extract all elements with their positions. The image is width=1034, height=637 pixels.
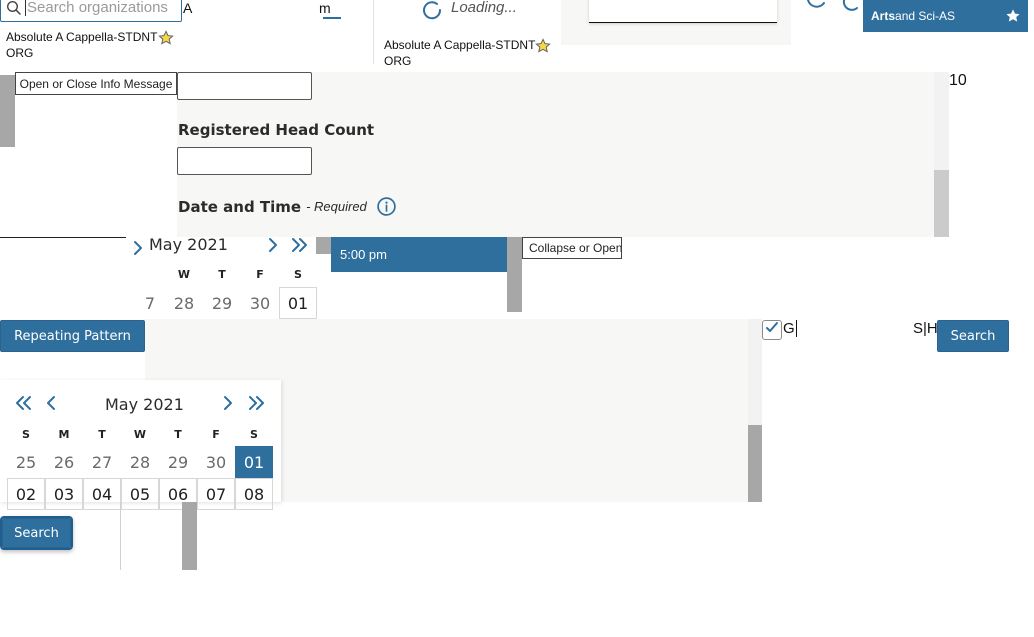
info-icon[interactable]	[376, 196, 397, 217]
panel-scroll-thumb[interactable]	[748, 425, 762, 502]
weekday-label: T	[218, 268, 226, 281]
registered-head-count-label: Registered Head Count	[178, 121, 375, 139]
calendar-day[interactable]: 04	[83, 478, 121, 510]
weekday-label: W	[133, 428, 147, 441]
calendar-day[interactable]: 30	[241, 287, 279, 319]
check-icon	[765, 321, 779, 340]
org-result-item[interactable]: Absolute A Cappella-STDNT ORG	[6, 30, 182, 67]
org-search-placeholder: Search organizations	[25, 0, 168, 16]
calendar-day[interactable]: 02	[7, 478, 45, 510]
selected-organization[interactable]: Arts and Sci-AS	[863, 0, 1028, 32]
date-time-label: Date and Time	[178, 197, 302, 216]
large-calendar-row: 02 03 04 05 06 07 08	[7, 478, 273, 510]
favorite-star-icon[interactable]	[1005, 8, 1021, 27]
weekday-label: M	[58, 428, 70, 441]
next-year-icon[interactable]	[290, 237, 310, 258]
repeating-pattern-button[interactable]: Repeating Pattern	[0, 320, 145, 352]
text-field[interactable]	[177, 72, 312, 100]
search-button[interactable]: Search	[2, 518, 71, 548]
calendar-day[interactable]: 29	[203, 287, 241, 319]
large-calendar-weekdays: S M T W T F S	[7, 428, 273, 441]
collapse-open-button[interactable]: Collapse or Open	[522, 237, 622, 259]
open-close-info-message-button[interactable]: Open or Close Info Message	[15, 72, 177, 95]
weekday-label: T	[174, 428, 182, 441]
large-calendar-row: 25 26 27 28 29 30 01	[7, 446, 273, 478]
right-text-fragment: S|H	[913, 320, 938, 337]
previous-month-icon[interactable]	[43, 394, 59, 417]
blue-underline-fragment	[323, 17, 341, 19]
loading-spinner-icon	[420, 0, 444, 28]
calendar-day[interactable]: 7	[127, 287, 165, 319]
bottom-scroll-strip[interactable]	[182, 502, 197, 570]
right-input-value[interactable]: 10	[949, 72, 967, 90]
vertical-divider	[120, 502, 121, 570]
calendar-day[interactable]: 27	[83, 446, 121, 478]
org-result-name-line2: ORG	[6, 46, 34, 60]
weekday-label: S	[294, 268, 302, 281]
calendar-day[interactable]: 28	[165, 287, 203, 319]
weekday-label: W	[177, 268, 191, 281]
small-calendar-row: 7 28 29 30 01	[127, 287, 393, 319]
calendar-day[interactable]: 29	[159, 446, 197, 478]
org-result-item[interactable]: Absolute A Cappella-STDNT ORG	[384, 38, 562, 69]
typed-search-value: A	[183, 0, 193, 16]
weekday-label: F	[256, 268, 264, 281]
refresh-icon	[804, 0, 864, 25]
checkbox-label: G	[783, 320, 797, 337]
time-slot-scrollbar[interactable]	[507, 237, 522, 312]
next-month-icon[interactable]	[220, 394, 236, 417]
selected-organization-rest: and Sci-AS	[895, 9, 956, 23]
next-month-icon[interactable]	[266, 237, 280, 258]
search-button[interactable]: Search	[937, 320, 1009, 352]
top-field-fragment[interactable]	[589, 0, 777, 23]
chevron-right-icon[interactable]	[131, 240, 145, 261]
typed-search-suffix: m	[319, 0, 331, 16]
time-slot[interactable]: 5:00 pm	[331, 237, 507, 272]
form-scrollbar-thumb[interactable]	[934, 170, 949, 237]
loading-text: Loading...	[451, 0, 517, 16]
calendar-day[interactable]: 08	[235, 478, 273, 510]
favorite-star-icon[interactable]	[535, 38, 551, 59]
loading-panel: Loading... Absolute A Cappella-STDNT ORG	[373, 0, 561, 68]
org-result-name: Absolute A Cappella-STDNT	[6, 30, 158, 44]
calendar-day[interactable]: 07	[197, 478, 235, 510]
weekday-label: S	[250, 428, 258, 441]
large-calendar-month-year: May 2021	[105, 395, 184, 414]
selected-organization-bold: Arts	[871, 9, 896, 23]
calendar-day[interactable]: 05	[121, 478, 159, 510]
weekday-label: T	[98, 428, 106, 441]
search-icon	[6, 0, 22, 21]
favorite-star-icon[interactable]	[158, 30, 174, 51]
checkbox[interactable]	[762, 320, 782, 340]
calendar-day[interactable]: 03	[45, 478, 83, 510]
calendar-day-current[interactable]: 01	[279, 287, 317, 319]
calendar-day[interactable]: 25	[7, 446, 45, 478]
calendar-day[interactable]: 30	[197, 446, 235, 478]
horizontal-rule	[0, 237, 126, 238]
calendar-scroll-strip[interactable]	[316, 237, 331, 254]
weekday-label: F	[212, 428, 220, 441]
calendar-day[interactable]: 26	[45, 446, 83, 478]
weekday-label: S	[22, 428, 30, 441]
calendar-day-selected[interactable]: 01	[235, 446, 273, 478]
left-scroll-indicator[interactable]	[0, 75, 15, 147]
required-text: - Required	[306, 199, 367, 214]
date-time-label-row: Date and Time - Required	[178, 196, 397, 217]
calendar-month-year: May 2021	[149, 235, 228, 254]
next-year-icon[interactable]	[246, 394, 268, 417]
registered-head-count-input[interactable]	[177, 147, 312, 175]
org-search-input[interactable]: Search organizations	[0, 0, 182, 22]
calendar-day[interactable]: 28	[121, 446, 159, 478]
previous-year-icon[interactable]	[12, 394, 34, 417]
